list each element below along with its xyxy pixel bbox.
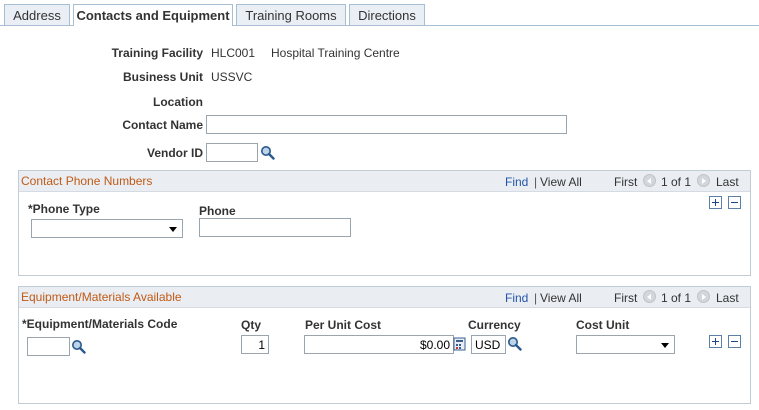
equipment-next-arrow-icon[interactable] [697, 290, 710, 303]
chevron-down-icon [661, 343, 669, 348]
phone-input[interactable] [199, 218, 351, 237]
equipment-group-title: Equipment/Materials Available [21, 290, 182, 304]
phone-header: Phone [199, 204, 236, 218]
training-facility-name: Hospital Training Centre [271, 46, 400, 60]
equipment-last-label: Last [716, 291, 739, 305]
business-unit-label: Business Unit [122, 70, 203, 84]
phone-nav-separator: | [534, 175, 538, 189]
phone-find-link[interactable]: Find [505, 175, 528, 189]
tab-directions[interactable]: Directions [349, 4, 425, 25]
equipment-page-info: 1 of 1 [661, 291, 692, 305]
cost-unit-select[interactable] [576, 335, 675, 354]
qty-input[interactable] [241, 335, 269, 354]
phone-delete-row-icon[interactable] [728, 196, 741, 209]
equipment-code-header: *Equipment/Materials Code [22, 317, 178, 331]
phone-page-info: 1 of 1 [661, 175, 692, 189]
contact-phone-numbers-group: Contact Phone Numbers Find | View All Fi… [18, 170, 751, 276]
contact-name-input[interactable] [206, 115, 567, 134]
currency-search-icon[interactable] [507, 336, 522, 351]
equipment-prev-arrow-icon[interactable] [643, 290, 656, 303]
phone-view-all-link[interactable]: View All [540, 175, 582, 189]
qty-header: Qty [241, 318, 262, 332]
vendor-id-input[interactable] [206, 143, 258, 162]
currency-header: Currency [468, 318, 521, 332]
phone-prev-arrow-icon[interactable] [643, 174, 656, 187]
phone-last-label: Last [716, 175, 739, 189]
per-unit-cost-input[interactable] [304, 335, 454, 354]
phone-group-title: Contact Phone Numbers [21, 174, 153, 188]
phone-type-header: *Phone Type [28, 202, 100, 216]
calculator-icon[interactable] [453, 337, 467, 351]
currency-input[interactable] [471, 335, 506, 354]
phone-type-select[interactable] [31, 219, 183, 238]
equipment-add-row-icon[interactable] [709, 335, 722, 348]
contact-name-label: Contact Name [122, 118, 203, 132]
equipment-search-icon[interactable] [71, 339, 86, 354]
tab-training-rooms[interactable]: Training Rooms [236, 4, 346, 25]
tab-contacts-and-equipment[interactable]: Contacts and Equipment [73, 4, 233, 26]
equipment-code-input[interactable] [27, 337, 70, 356]
cost-unit-header: Cost Unit [576, 318, 630, 332]
vendor-search-icon[interactable] [260, 145, 275, 160]
equipment-first-label: First [614, 291, 638, 305]
location-label: Location [153, 95, 203, 109]
equipment-group-header: Equipment/Materials Available Find | Vie… [19, 287, 750, 308]
training-facility-code: HLC001 [211, 46, 256, 60]
per-unit-cost-header: Per Unit Cost [305, 318, 382, 332]
tab-address[interactable]: Address [4, 4, 70, 25]
equipment-view-all-link[interactable]: View All [540, 291, 582, 305]
phone-next-arrow-icon[interactable] [697, 174, 710, 187]
phone-add-row-icon[interactable] [709, 196, 722, 209]
equipment-materials-group: Equipment/Materials Available Find | Vie… [18, 286, 751, 404]
phone-first-label: First [614, 175, 638, 189]
vendor-id-label: Vendor ID [146, 146, 203, 160]
phone-group-header: Contact Phone Numbers Find | View All Fi… [19, 171, 750, 192]
chevron-down-icon [169, 227, 177, 232]
equipment-nav-separator: | [534, 291, 538, 305]
business-unit-value: USSVC [211, 70, 253, 84]
equipment-find-link[interactable]: Find [505, 291, 528, 305]
training-facility-label: Training Facility [111, 46, 203, 60]
equipment-delete-row-icon[interactable] [728, 335, 741, 348]
